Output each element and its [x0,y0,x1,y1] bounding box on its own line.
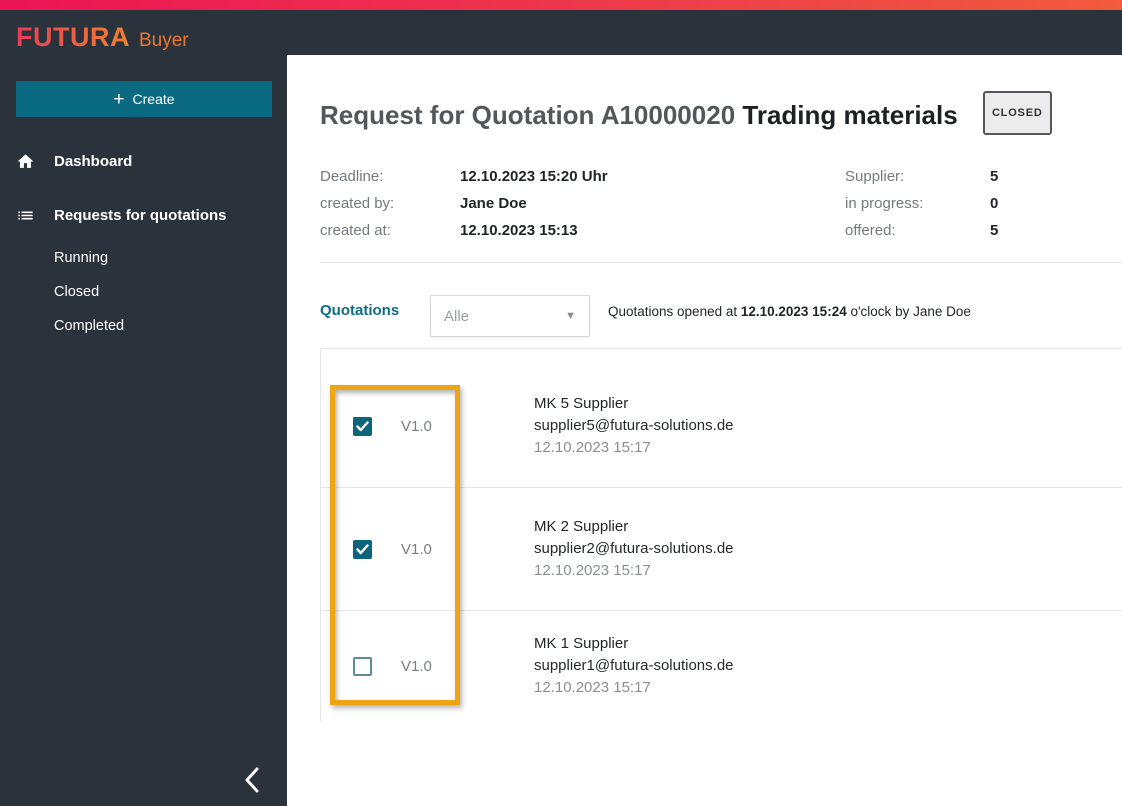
quotation-checkbox[interactable] [353,656,372,676]
opened-status-prefix: Quotations opened at [608,304,741,319]
meta-row-supplier: Supplier: 5 [845,163,998,190]
quotation-checkbox[interactable] [353,539,372,559]
checkmark-icon [356,420,369,431]
create-button-label: Create [132,91,175,107]
meta-value: 5 [990,222,999,239]
supplier-email: supplier1@futura-solutions.de [534,657,734,674]
quotation-version: V1.0 [401,540,432,558]
sidebar-item-dashboard[interactable]: Dashboard [0,139,287,183]
supplier-name: MK 2 Supplier [534,518,629,535]
top-gradient-strip [0,0,1122,10]
meta-value: Jane Doe [460,195,527,212]
quotation-date: 12.10.2023 15:17 [534,679,651,696]
quotation-date: 12.10.2023 15:17 [534,562,651,579]
quotation-version: V1.0 [401,417,432,435]
sidebar-item-closed[interactable]: Closed [0,275,287,309]
quotation-checkbox[interactable] [353,416,372,436]
quotation-row: V1.0 MK 2 Supplier supplier2@futura-solu… [321,488,1122,611]
sidebar-collapse-button[interactable] [232,760,272,800]
meta-value: 0 [990,195,999,212]
meta-label: Supplier: [845,168,905,185]
meta-row-in-progress: in progress: 0 [845,190,998,217]
logo-product-text: Buyer [138,30,189,51]
meta-row-created-at: created at: 12.10.2023 15:13 [320,217,608,244]
quotation-date: 12.10.2023 15:17 [534,439,651,456]
sidebar-item-requests-for-quotations[interactable]: Requests for quotations [0,193,287,237]
meta-value: 12.10.2023 15:20 Uhr [460,168,608,185]
quotations-filter-dropdown[interactable]: Alle ▼ [430,295,590,337]
supplier-name: MK 5 Supplier [534,395,629,412]
meta-row-deadline: Deadline: 12.10.2023 15:20 Uhr [320,163,608,190]
status-badge: CLOSED [982,91,1052,135]
page-title: Request for Quotation A10000020 Trading … [320,91,1122,139]
main-content: Request for Quotation A10000020 Trading … [287,55,1122,806]
quotations-opened-status: Quotations opened at 12.10.2023 15:24 o'… [608,304,971,319]
supplier-info: MK 1 Supplier supplier1@futura-solutions… [534,633,734,699]
home-icon [17,153,34,168]
section-divider [320,262,1122,263]
list-icon [18,211,33,219]
meta-right-column: Supplier: 5 in progress: 0 offered: 5 [845,163,998,244]
supplier-info: MK 2 Supplier supplier2@futura-solutions… [534,516,734,582]
quotation-row: V1.0 MK 1 Supplier supplier1@futura-solu… [321,611,1122,721]
opened-status-suffix: o'clock by Jane Doe [846,304,971,319]
rfq-title-name: Trading materials [742,99,958,130]
meta-label: created at: [320,222,391,239]
meta-left-column: Deadline: 12.10.2023 15:20 Uhr created b… [320,163,608,244]
sidebar-subnav: Running Closed Completed [0,241,287,343]
meta-row-offered: offered: 5 [845,217,998,244]
rfq-title-prefix: Request for Quotation A10000020 [320,99,736,130]
supplier-email: supplier5@futura-solutions.de [534,417,734,434]
meta-label: created by: [320,195,395,212]
plus-icon: + [113,88,125,110]
create-button[interactable]: + Create [16,81,272,117]
meta-value: 12.10.2023 15:13 [460,222,578,239]
filter-selected-value: Alle [444,307,470,325]
supplier-email: supplier2@futura-solutions.de [534,540,734,557]
meta-row-created-by: created by: Jane Doe [320,190,608,217]
meta-value: 5 [990,168,999,185]
sidebar-item-label: Requests for quotations [54,206,227,224]
sidebar-nav: Dashboard Requests for quotations Runnin… [0,139,287,343]
opened-status-time: 12.10.2023 15:24 [740,304,847,319]
sidebar-item-completed[interactable]: Completed [0,309,287,343]
chevron-down-icon: ▼ [565,310,576,322]
quotation-row: V1.0 MK 5 Supplier supplier5@futura-solu… [321,365,1122,488]
logo-brand-text: FUTURA [16,22,130,52]
sidebar: FUTURA Buyer + Create Dashboard Requests … [0,10,287,806]
sidebar-item-running[interactable]: Running [0,241,287,275]
meta-label: Deadline: [320,168,384,185]
quotations-list: V1.0 MK 5 Supplier supplier5@futura-solu… [320,348,1122,721]
quotation-version: V1.0 [401,657,432,675]
supplier-info: MK 5 Supplier supplier5@futura-solutions… [534,393,734,459]
chevron-left-icon [245,767,259,793]
quotations-section-label: Quotations [320,302,400,319]
checkmark-icon [356,543,369,554]
sidebar-item-label: Dashboard [54,152,133,170]
app-logo: FUTURA Buyer [0,10,287,53]
supplier-name: MK 1 Supplier [534,635,629,652]
meta-label: in progress: [845,195,924,212]
meta-label: offered: [845,222,896,239]
